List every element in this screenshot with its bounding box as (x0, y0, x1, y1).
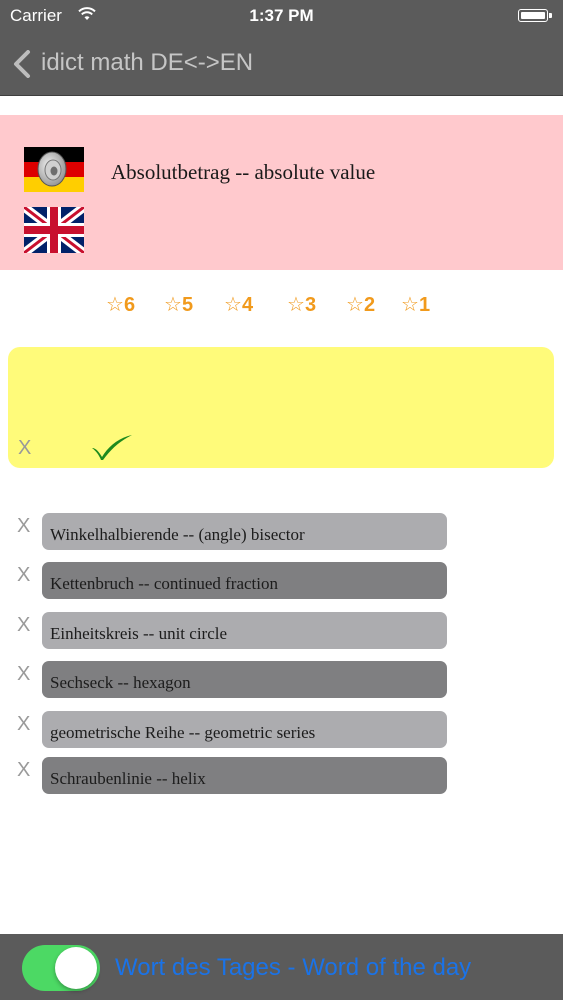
flag-uk-icon[interactable] (24, 207, 84, 253)
list-item: X Schraubenlinie -- helix (0, 754, 563, 794)
list-item: X Winkelhalbierende -- (angle) bisector (0, 510, 563, 550)
history-item-button[interactable]: Sechseck -- hexagon (42, 661, 447, 698)
remove-button[interactable]: X (17, 614, 30, 637)
star-icon: ☆ (346, 292, 364, 316)
list-item: X Sechseck -- hexagon (0, 658, 563, 698)
list-item: X Kettenbruch -- continued fraction (0, 559, 563, 599)
rating-1-button[interactable]: ☆1 (401, 292, 430, 317)
star-icon: ☆ (224, 292, 242, 316)
remove-button[interactable]: X (17, 663, 30, 686)
remove-button[interactable]: X (17, 515, 30, 538)
rating-6-button[interactable]: ☆6 (106, 292, 135, 317)
status-bar: Carrier 1:37 PM (0, 0, 563, 32)
rating-2-button[interactable]: ☆2 (346, 292, 375, 317)
current-word: Absolutbetrag -- absolute value (111, 160, 376, 184)
toggle-knob (55, 947, 97, 989)
remove-button[interactable]: X (17, 759, 30, 782)
list-item: X Einheitskreis -- unit circle (0, 609, 563, 649)
star-icon: ☆ (106, 292, 124, 316)
history-item-button[interactable]: Kettenbruch -- continued fraction (42, 562, 447, 599)
rating-4-button[interactable]: ☆4 (224, 292, 253, 317)
bottom-bar: Wort des Tages - Word of the day (0, 934, 563, 1000)
nav-bar: idict math DE<->EN (0, 32, 563, 96)
remove-button[interactable]: X (17, 564, 30, 587)
word-panel (0, 115, 563, 270)
history-item-button[interactable]: geometrische Reihe -- geometric series (42, 711, 447, 748)
checkmark-icon[interactable] (90, 433, 134, 461)
rating-3-button[interactable]: ☆3 (287, 292, 316, 317)
star-icon: ☆ (287, 292, 305, 316)
star-icon: ☆ (164, 292, 182, 316)
list-item: X geometrische Reihe -- geometric series (0, 708, 563, 748)
speaker-icon[interactable] (34, 149, 70, 189)
word-of-day-label[interactable]: Wort des Tages - Word of the day (115, 954, 471, 982)
rating-5-button[interactable]: ☆5 (164, 292, 193, 317)
rating-bar: ☆6 ☆5 ☆4 ☆3 ☆2 ☆1 (0, 292, 563, 320)
history-item-button[interactable]: Schraubenlinie -- helix (42, 757, 447, 794)
star-icon: ☆ (401, 292, 419, 316)
battery-icon (518, 9, 548, 22)
clear-answer-button[interactable]: X (18, 437, 31, 460)
word-of-day-toggle[interactable] (22, 945, 100, 991)
back-chevron-icon[interactable] (12, 50, 32, 78)
back-button-title[interactable]: idict math DE<->EN (41, 49, 253, 77)
battery-tip (549, 13, 552, 18)
clock: 1:37 PM (249, 6, 314, 25)
remove-button[interactable]: X (17, 713, 30, 736)
history-item-button[interactable]: Einheitskreis -- unit circle (42, 612, 447, 649)
history-item-button[interactable]: Winkelhalbierende -- (angle) bisector (42, 513, 447, 550)
